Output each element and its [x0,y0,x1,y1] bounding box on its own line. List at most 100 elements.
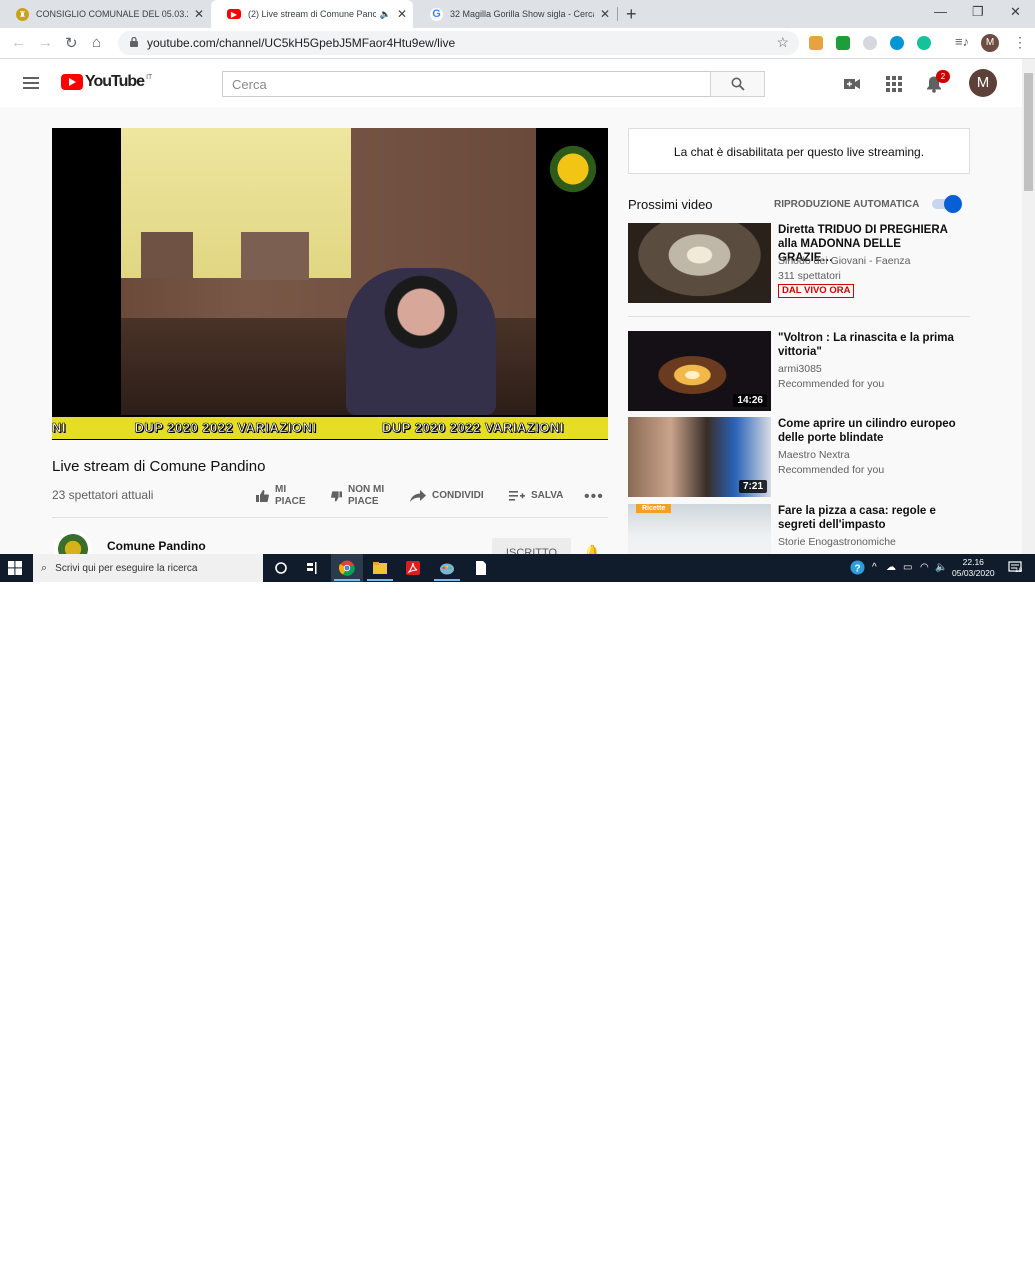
autoplay-toggle[interactable] [932,195,962,213]
reload-icon[interactable]: ↻ [65,34,78,52]
channel-name[interactable]: Comune Pandino [107,539,206,553]
clock-time: 22.16 [962,557,984,567]
hamburger-menu-icon[interactable] [23,77,39,89]
volume-icon[interactable]: 🔈 [935,562,947,573]
share-label: CONDIVIDI [432,490,484,501]
video-speaker [346,268,496,415]
back-arrow-icon[interactable]: ← [11,34,26,51]
taskbar-search-box[interactable]: ⌕ Scrivi qui per eseguire la ricerca [33,554,263,582]
extension-icon[interactable] [863,36,877,50]
cortana-icon[interactable] [273,560,289,576]
recommended-meta: Recommended for you [778,464,885,476]
address-bar[interactable]: youtube.com/channel/UC5kH5GpebJ5MFaor4Ht… [118,31,799,55]
paint-app-icon[interactable] [439,560,455,576]
close-tab-icon[interactable]: ✕ [397,7,407,21]
active-app-indicator [334,579,360,581]
tab-title: 32 Magilla Gorilla Show sigla - Cerca [450,9,594,19]
help-icon[interactable]: ? [850,560,865,575]
checkmark-extension-icon[interactable] [836,36,850,50]
close-window-icon[interactable]: ✕ [1010,4,1021,20]
url-text: youtube.com/channel/UC5kH5GpebJ5MFaor4Ht… [147,36,456,50]
page-scrollbar[interactable] [1022,59,1035,554]
lock-icon [130,37,138,47]
recommended-channel: Storie Enogastronomiche [778,536,896,548]
dislike-button[interactable]: NON MI PIACE [331,484,394,508]
chat-disabled-notice: La chat è disabilitata per questo live s… [628,128,970,174]
thumbs-up-icon [256,490,269,502]
youtube-play-icon [61,74,83,90]
recommended-video[interactable]: 7:21 Come aprire un cilindro europeo del… [628,417,970,497]
windows-start-icon[interactable] [8,561,22,575]
municipal-crest-logo [548,140,598,198]
logo-text: YouTube [85,73,145,90]
recommended-title[interactable]: "Voltron : La rinascita e la prima vitto… [778,331,958,359]
minimize-icon[interactable]: — [934,4,947,19]
close-tab-icon[interactable]: ✕ [194,7,204,21]
task-view-icon[interactable] [305,560,321,576]
chrome-profile-avatar[interactable]: M [981,34,999,52]
recommended-meta: Recommended for you [778,378,885,390]
taskbar-search-placeholder: Scrivi qui per eseguire la ricerca [55,562,198,574]
thumbs-down-icon [331,490,342,502]
autoplay-label: RIPRODUZIONE AUTOMATICA [774,199,920,210]
recommended-channel: armi3085 [778,363,822,375]
recommended-title[interactable]: Come aprire un cilindro europeo delle po… [778,417,958,445]
tray-expand-icon[interactable]: ^ [872,562,877,573]
wifi-icon[interactable]: ◠ [920,562,929,573]
dislike-label: NON MI PIACE [348,484,385,507]
screenshot-area: ♜ CONSIGLIO COMUNALE DEL 05.03.2 ✕ ▶ (2)… [0,0,1035,582]
video-thumbnail[interactable] [628,223,771,303]
acrobat-reader-icon[interactable] [405,560,421,576]
bookmark-star-icon[interactable]: ☆ [776,34,789,51]
tab-title: (2) Live stream di Comune Panc [248,9,376,19]
recommended-video[interactable]: Diretta TRIDUO DI PREGHIERA alla MADONNA… [628,223,970,305]
divider [628,316,970,317]
search-input[interactable] [223,72,710,96]
battery-icon[interactable]: ▭ [903,562,912,573]
taskbar-clock[interactable]: 22.16 05/03/2020 [952,557,995,579]
close-tab-icon[interactable]: ✕ [600,7,610,21]
like-button[interactable]: MI PIACE [256,484,315,508]
notepad-icon[interactable] [473,560,489,576]
hp-icon[interactable] [890,36,904,50]
chrome-menu-icon[interactable]: ⋮ [1013,34,1027,51]
youtube-logo[interactable]: YouTube IT [61,74,152,90]
viewer-count: 23 spettatori attuali [52,488,154,502]
forward-arrow-icon[interactable]: → [38,34,53,51]
speaker-icon[interactable]: 🔈 [380,9,391,20]
grammarly-icon[interactable] [917,36,931,50]
search-icon [731,77,745,91]
file-explorer-icon[interactable] [372,560,388,576]
save-button[interactable]: SALVA [509,490,563,502]
clock-date: 05/03/2020 [952,568,995,578]
more-actions-icon[interactable]: ••• [584,488,604,506]
share-button[interactable]: CONDIVIDI [410,490,484,502]
notification-count: 18 [1015,567,1023,574]
blank-page-area [0,582,1035,1280]
extension-icon[interactable] [809,36,823,50]
chrome-taskbar-icon[interactable] [339,560,355,576]
video-thumbnail[interactable]: 7:21 [628,417,771,497]
youtube-favicon-icon: ▶ [227,9,241,19]
media-controls-icon[interactable]: ≡♪ [955,34,969,49]
new-tab-plus-icon[interactable]: + [626,4,637,25]
ticker-text: DUP 2020 2022 VARIAZIONI [134,420,317,436]
action-center-icon[interactable]: 18 [1008,560,1022,574]
recommended-video[interactable]: 14:26 "Voltron : La rinascita e la prima… [628,331,970,411]
create-video-icon[interactable] [843,75,861,93]
share-icon [410,490,426,502]
account-avatar[interactable]: M [969,69,997,97]
apps-grid-icon[interactable] [885,75,903,93]
tab-google-search[interactable]: G 32 Magilla Gorilla Show sigla - Cerca … [414,0,616,28]
search-button[interactable] [710,71,765,97]
video-thumbnail[interactable]: 14:26 [628,331,771,411]
tab-youtube-live[interactable]: ▶ (2) Live stream di Comune Panc 🔈 ✕ [211,0,413,28]
recommended-title[interactable]: Fare la pizza a casa: regole e segreti d… [778,504,958,532]
restore-icon[interactable]: ❐ [972,4,984,20]
scrollbar-thumb[interactable] [1024,73,1033,191]
home-icon[interactable]: ⌂ [92,34,101,51]
video-player[interactable]: NI DUP 2020 2022 VARIAZIONI DUP 2020 202… [52,128,608,440]
cloud-icon[interactable]: ☁ [886,562,896,573]
tab-consiglio-comunale[interactable]: ♜ CONSIGLIO COMUNALE DEL 05.03.2 ✕ [0,0,210,28]
recommended-channel: Sinodo dei Giovani - Faenza [778,255,911,267]
